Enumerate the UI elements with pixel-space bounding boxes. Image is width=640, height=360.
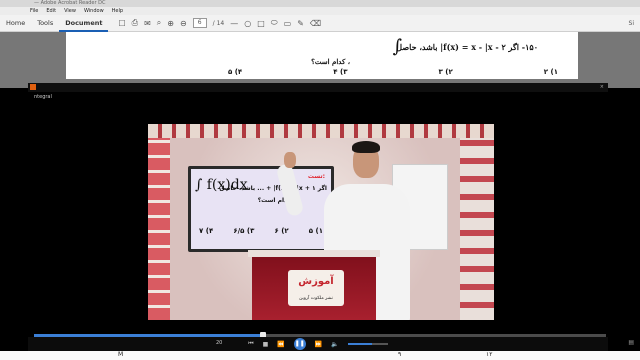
studio-right-column	[460, 138, 494, 320]
forward-icon[interactable]: ⏩	[315, 341, 322, 348]
volume-slider[interactable]	[347, 343, 388, 345]
tab-document[interactable]: Document	[59, 15, 109, 32]
pen-icon[interactable]: ✎	[297, 19, 304, 28]
settings-icon[interactable]: ▤	[628, 339, 634, 346]
volume-icon[interactable]: 🔈	[331, 341, 338, 348]
page-down-icon[interactable]: ⊖	[180, 19, 187, 28]
search-icon[interactable]: ⌕	[157, 18, 161, 28]
option-3: ۳) ۴	[333, 68, 348, 76]
player-tab-label: ntegral	[34, 94, 52, 100]
comment-icon[interactable]: ▭	[284, 19, 292, 28]
email-icon[interactable]: ✉	[144, 19, 151, 28]
page-total: / 14	[212, 19, 225, 27]
close-icon[interactable]: ×	[600, 83, 604, 92]
line-tool-icon[interactable]: —	[230, 19, 238, 28]
video-tv-screen: تست: ∫ f(x)dx اگر f(x) = |x + ۱| + ... ب…	[188, 166, 334, 252]
option-2: ۲) ۳	[438, 68, 453, 76]
studio-top-border	[148, 124, 494, 138]
player-app-icon	[30, 84, 36, 90]
oval-tool-icon[interactable]: ⬭	[271, 18, 278, 28]
circle-tool-icon[interactable]: ○	[244, 19, 251, 28]
bottom-text-mid: ۹	[398, 351, 402, 358]
screen-title: تست:	[307, 173, 325, 180]
pdf-page: ۱۵۰- اگر f(x) = x - |x - ۲| باشد، حاصل ∫…	[66, 32, 578, 79]
page-up-icon[interactable]: ⊕	[167, 19, 174, 28]
question-end: ، کدام است؟	[311, 57, 350, 66]
print-icon[interactable]: ⎙	[132, 18, 138, 28]
tool-icons: ☐ ⎙ ✉ ⌕ ⊕ ⊖ 6 / 14 — ○ □ ⬭ ▭ ✎ ⌫	[118, 18, 321, 28]
skip-back-icon[interactable]: ⏮	[248, 340, 253, 348]
document-bottom-strip: M ۹ ۱۲	[0, 351, 640, 360]
volume-fill	[347, 343, 372, 345]
screen-option-2: ۲) ۶	[274, 227, 289, 235]
document-area[interactable]: ۱۵۰- اگر f(x) = x - |x - ۲| باشد، حاصل ∫…	[0, 32, 640, 88]
save-icon[interactable]: ☐	[118, 19, 125, 28]
studio-left-column	[148, 138, 170, 320]
window-title: — Adobe Acrobat Reader DC	[34, 0, 106, 6]
rewind-icon[interactable]: ⏪	[277, 341, 284, 348]
eraser-icon[interactable]: ⌫	[310, 19, 321, 28]
screen-option-1: ۱) ۵	[308, 227, 323, 235]
bottom-text-right: ۱۲	[486, 351, 493, 358]
option-4: ۴) ۵	[228, 68, 243, 76]
rectangle-tool-icon[interactable]: □	[257, 19, 265, 28]
title-bar: — Adobe Acrobat Reader DC	[0, 0, 640, 7]
logo-subtitle: نشر ملکوت آروین	[299, 296, 333, 301]
page-number-input[interactable]: 6	[192, 18, 207, 28]
option-1: ۱) ۲	[543, 68, 558, 76]
stop-icon[interactable]: ■	[263, 341, 269, 348]
toolbar: Home Tools Document ☐ ⎙ ✉ ⌕ ⊕ ⊖ 6 / 14 —…	[0, 15, 640, 32]
tab-home[interactable]: Home	[0, 15, 31, 32]
player-title-bar: ×	[28, 83, 608, 92]
screen-question: اگر f(x) = |x + ۱| + ... باشد، حاصل	[219, 185, 327, 192]
screen: — Adobe Acrobat Reader DC File Edit View…	[0, 0, 640, 360]
podium-top	[248, 250, 380, 257]
question-text: ۱۵۰- اگر f(x) = x - |x - ۲| باشد، حاصل	[396, 42, 538, 52]
sign-button[interactable]: Si	[629, 15, 634, 32]
podium-logo: آموزش نشر ملکوت آروین	[288, 270, 344, 306]
time-display: 20	[216, 340, 223, 346]
teacher-hand	[284, 152, 296, 168]
sign-label: Si	[628, 20, 634, 27]
answer-options: ۱) ۲ ۲) ۳ ۳) ۴ ۴) ۵	[228, 68, 558, 76]
menu-help[interactable]: Help	[112, 7, 123, 15]
screen-options: ۱) ۵ ۲) ۶ ۳) ۶/۵ ۴) ۷	[199, 227, 323, 235]
teacher-hair	[352, 141, 380, 153]
video-frame: تست: ∫ f(x)dx اگر f(x) = |x + ۱| + ... ب…	[148, 124, 494, 320]
screen-option-4: ۴) ۷	[199, 227, 214, 235]
tab-tools[interactable]: Tools	[31, 15, 59, 32]
pause-button[interactable]: ❚❚	[293, 338, 306, 350]
player-controls: ⏮ ■ ⏪ ❚❚ ⏩ 🔈	[28, 337, 608, 351]
integral-symbol: ∫	[392, 36, 402, 57]
logo-text: آموزش	[298, 276, 334, 287]
screen-option-3: ۳) ۶/۵	[233, 227, 255, 235]
bottom-text-left: M	[118, 351, 124, 358]
